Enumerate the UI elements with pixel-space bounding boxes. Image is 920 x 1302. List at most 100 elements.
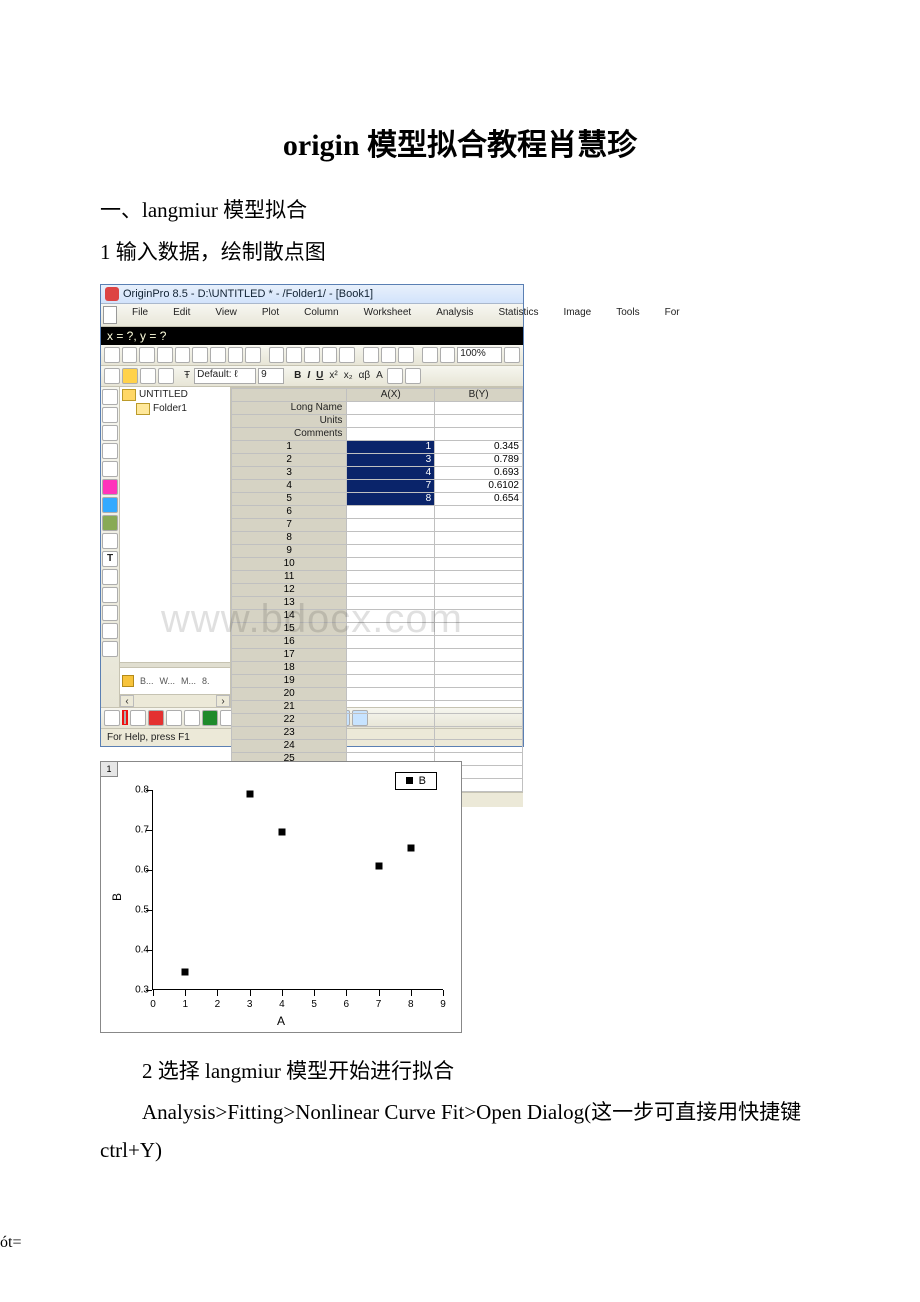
menu-statistics[interactable]: Statistics	[486, 306, 550, 324]
rotate-tool-icon[interactable]	[102, 641, 118, 657]
row-22-hdr[interactable]: 22	[232, 713, 347, 726]
row-18-hdr[interactable]: 18	[232, 661, 347, 674]
cell-a1[interactable]: 1	[347, 440, 435, 453]
3d-bar-plot-icon[interactable]	[202, 710, 218, 726]
align-icon[interactable]	[387, 368, 403, 384]
cell-b2[interactable]: 0.789	[435, 453, 523, 466]
region-tool-icon[interactable]	[102, 497, 118, 513]
row-16-hdr[interactable]: 16	[232, 635, 347, 648]
workbook-icon[interactable]	[122, 675, 134, 687]
subscript-button[interactable]: x₂	[342, 370, 355, 381]
italic-button[interactable]: I	[305, 370, 312, 381]
duplicate-icon[interactable]	[381, 347, 397, 363]
units-row[interactable]: Units	[232, 414, 347, 427]
more-format-icon[interactable]	[405, 368, 421, 384]
row-24-hdr[interactable]: 24	[232, 739, 347, 752]
row-6-hdr[interactable]: 6	[232, 505, 347, 518]
new-project-icon[interactable]	[104, 347, 120, 363]
cell-b1[interactable]: 0.345	[435, 440, 523, 453]
row-20-hdr[interactable]: 20	[232, 687, 347, 700]
scroll-right-icon[interactable]: ›	[216, 695, 230, 707]
row-15-hdr[interactable]: 15	[232, 622, 347, 635]
mask-tool-icon[interactable]	[102, 515, 118, 531]
cell-b3[interactable]: 0.693	[435, 466, 523, 479]
row-10-hdr[interactable]: 10	[232, 557, 347, 570]
data-selector-tool-icon[interactable]	[102, 479, 118, 495]
comments-row[interactable]: Comments	[232, 427, 347, 440]
zoom-dropdown-icon[interactable]	[504, 347, 520, 363]
reader-tool-icon[interactable]	[102, 461, 118, 477]
worksheet-grid[interactable]: A(X) B(Y) Long Name Units Comments 110.3…	[231, 388, 523, 792]
save-icon[interactable]	[139, 347, 155, 363]
underline-button[interactable]: U	[314, 370, 325, 381]
column-plot-icon[interactable]	[148, 710, 164, 726]
import-wizard-icon[interactable]	[286, 347, 302, 363]
zoom-input[interactable]: 100%	[457, 347, 502, 363]
greek-button[interactable]: αβ	[357, 370, 373, 381]
line-plot-icon[interactable]	[104, 710, 120, 726]
draw-tool-icon[interactable]	[102, 533, 118, 549]
copy-icon[interactable]	[140, 368, 156, 384]
row-5-hdr[interactable]: 5	[232, 492, 347, 505]
lock-tool-icon[interactable]	[102, 623, 118, 639]
increase-font-button[interactable]: A	[374, 370, 385, 381]
cell-a2[interactable]: 3	[347, 453, 435, 466]
line-tool-icon[interactable]	[102, 587, 118, 603]
project-root-node[interactable]: UNTITLED	[122, 389, 228, 401]
pie-plot-icon[interactable]	[184, 710, 200, 726]
long-name-row[interactable]: Long Name	[232, 401, 347, 414]
new-matrix-icon[interactable]	[210, 347, 226, 363]
open-icon[interactable]	[122, 347, 138, 363]
paste-icon[interactable]	[158, 368, 174, 384]
open-template-icon[interactable]	[269, 347, 285, 363]
row-11-hdr[interactable]: 11	[232, 570, 347, 583]
text-tool-icon[interactable]: T	[102, 551, 118, 567]
menu-analysis[interactable]: Analysis	[424, 306, 485, 324]
bold-button[interactable]: B	[292, 370, 303, 381]
new-excel-icon[interactable]	[175, 347, 191, 363]
new-layout-icon[interactable]	[228, 347, 244, 363]
cell-a5[interactable]: 8	[347, 492, 435, 505]
row-19-hdr[interactable]: 19	[232, 674, 347, 687]
help-icon[interactable]	[440, 347, 456, 363]
menu-worksheet[interactable]: Worksheet	[352, 306, 424, 324]
menu-format[interactable]: For	[653, 306, 692, 324]
row-9-hdr[interactable]: 9	[232, 544, 347, 557]
arrow-tool-icon[interactable]	[102, 569, 118, 585]
pointer-tool-icon[interactable]	[102, 389, 118, 405]
scatter-plot-icon[interactable]	[124, 711, 126, 724]
area-plot-icon[interactable]	[166, 710, 182, 726]
row-13-hdr[interactable]: 13	[232, 596, 347, 609]
row-21-hdr[interactable]: 21	[232, 700, 347, 713]
col-header-b[interactable]: B(Y)	[435, 388, 523, 401]
folder-node[interactable]: Folder1	[122, 403, 228, 415]
mask-icon[interactable]	[122, 368, 138, 384]
menu-tools[interactable]: Tools	[604, 306, 651, 324]
row-12-hdr[interactable]: 12	[232, 583, 347, 596]
row-1-hdr[interactable]: 1	[232, 440, 347, 453]
menu-image[interactable]: Image	[551, 306, 603, 324]
new-worksheet-icon[interactable]	[157, 347, 173, 363]
rectangle-tool-icon[interactable]	[102, 605, 118, 621]
new-notes-icon[interactable]	[245, 347, 261, 363]
menu-column[interactable]: Column	[292, 306, 350, 324]
cell-a3[interactable]: 4	[347, 466, 435, 479]
scroll-left-icon[interactable]: ‹	[120, 695, 134, 707]
row-8-hdr[interactable]: 8	[232, 531, 347, 544]
refresh-icon[interactable]	[363, 347, 379, 363]
row-23-hdr[interactable]: 23	[232, 726, 347, 739]
import-ascii-icon[interactable]	[304, 347, 320, 363]
menu-edit[interactable]: Edit	[161, 306, 202, 324]
recalculate-icon[interactable]	[398, 347, 414, 363]
zoom-in-tool-icon[interactable]	[102, 407, 118, 423]
explorer-scrollbar[interactable]: ‹ ›	[120, 694, 230, 707]
cell-b4[interactable]: 0.6102	[435, 479, 523, 492]
font-name-input[interactable]: Default: ℓ	[194, 368, 256, 384]
menu-view[interactable]: View	[203, 306, 249, 324]
line-symbol-plot-icon[interactable]	[130, 710, 146, 726]
save-template-icon[interactable]	[322, 347, 338, 363]
zoom-out-tool-icon[interactable]	[102, 425, 118, 441]
new-graph-icon[interactable]	[192, 347, 208, 363]
menu-file[interactable]: File	[120, 306, 160, 324]
data-reader-tool-icon[interactable]	[102, 443, 118, 459]
